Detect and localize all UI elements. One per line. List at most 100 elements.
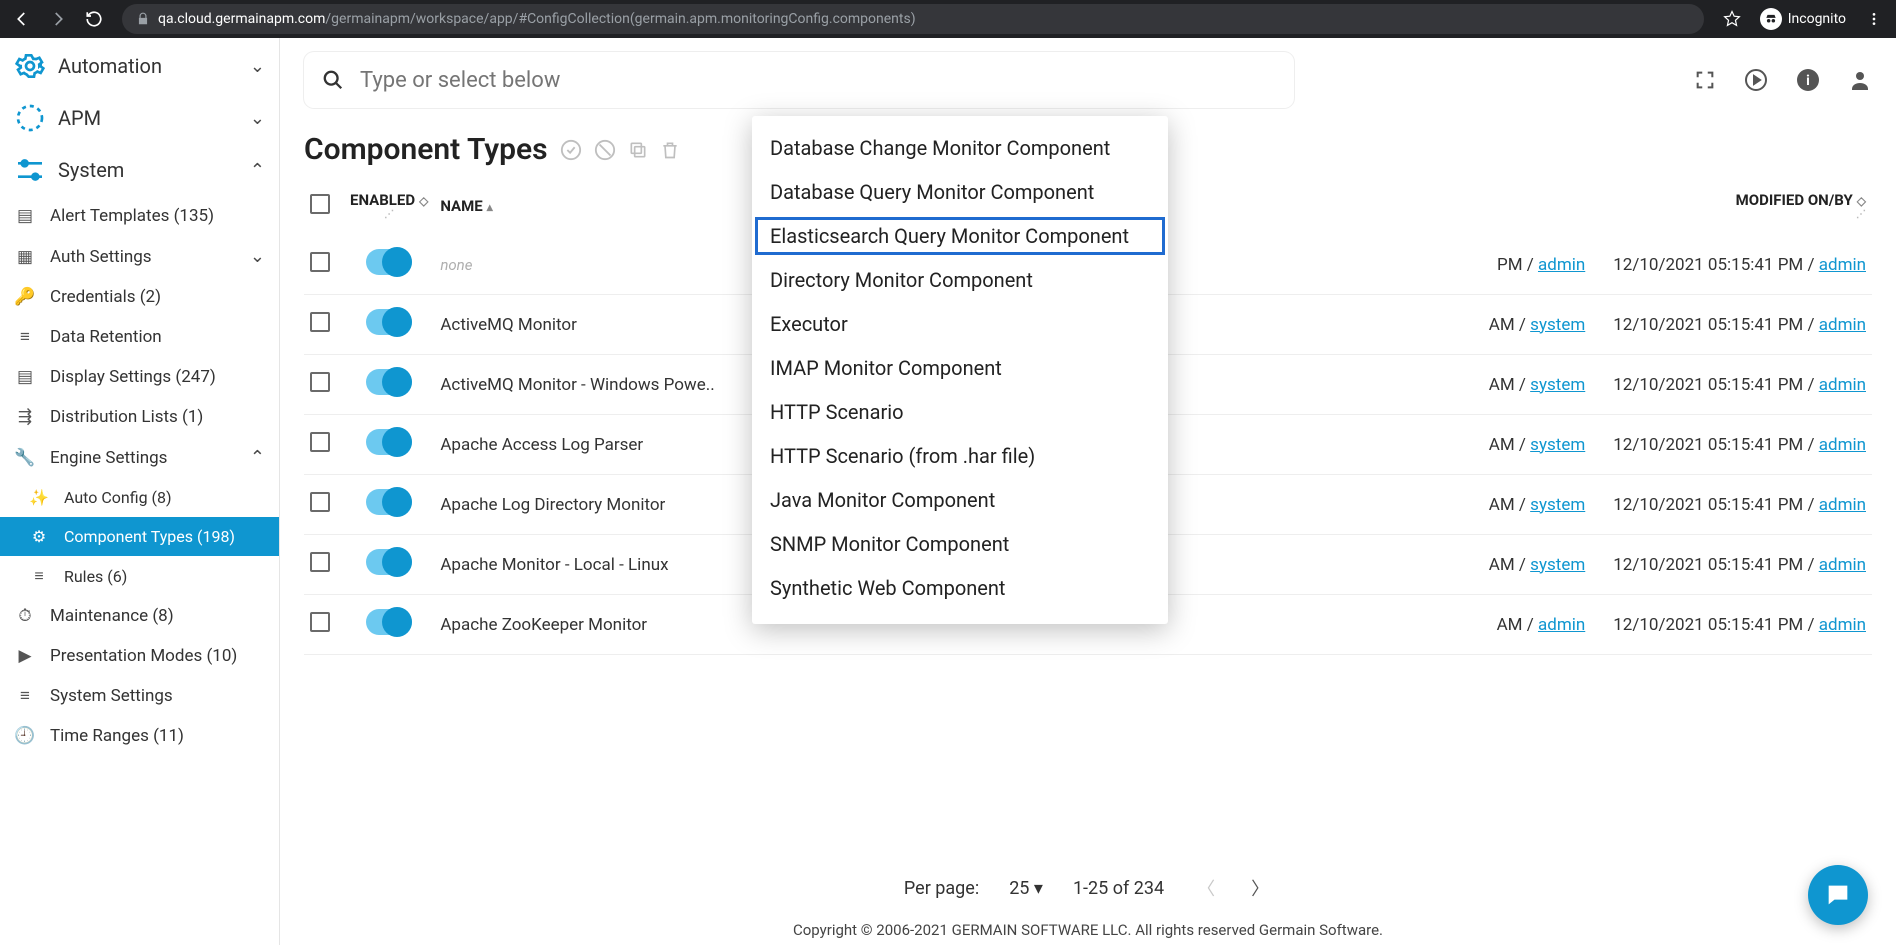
dropdown-option[interactable]: HTTP Scenario (from .har file) <box>752 434 1168 478</box>
browser-menu-button[interactable] <box>1860 5 1888 33</box>
sidebar-item-presentation-modes[interactable]: ▶Presentation Modes (10) <box>0 636 279 676</box>
dropdown-option[interactable]: Database Query Monitor Component <box>752 170 1168 214</box>
enabled-toggle[interactable] <box>366 309 412 335</box>
modified-by-link[interactable]: admin <box>1819 375 1866 395</box>
created-by-link[interactable]: system <box>1530 435 1585 455</box>
info-icon[interactable]: i <box>1796 68 1820 92</box>
sidebar-group-system[interactable]: System ⌃ <box>0 144 279 196</box>
row-checkbox[interactable] <box>310 372 330 392</box>
sidebar-group-automation[interactable]: Automation ⌄ <box>0 40 279 92</box>
enabled-toggle[interactable] <box>366 429 412 455</box>
dropdown-option[interactable]: HTTP Scenario <box>752 390 1168 434</box>
dropdown-option[interactable]: Java Monitor Component <box>752 478 1168 522</box>
modified-by-link[interactable]: admin <box>1819 615 1866 635</box>
sidebar-item-display-settings[interactable]: ▤Display Settings (247) <box>0 357 279 397</box>
page-next-button[interactable]: 〉 <box>1248 875 1272 901</box>
modified-by-link[interactable]: admin <box>1819 315 1866 335</box>
created-by-link[interactable]: admin <box>1538 255 1585 275</box>
user-icon[interactable] <box>1848 68 1872 92</box>
lock-icon <box>136 12 150 26</box>
search-input[interactable] <box>360 68 1276 93</box>
bookmark-star-icon[interactable] <box>1718 5 1746 33</box>
chevron-down-icon: ⌄ <box>250 246 265 267</box>
enabled-toggle[interactable] <box>366 249 412 275</box>
dropdown-option[interactable]: Directory Monitor Component <box>752 258 1168 302</box>
menu-icon: ▤ <box>14 206 36 226</box>
created-by-link[interactable]: system <box>1530 375 1585 395</box>
created-by-link[interactable]: system <box>1530 555 1585 575</box>
approve-icon[interactable] <box>560 139 582 161</box>
dropdown-option[interactable]: Executor <box>752 302 1168 346</box>
dropdown-option[interactable]: Synthetic Web Component <box>752 566 1168 610</box>
sidebar-item-label: Credentials (2) <box>50 287 161 307</box>
nav-forward-button[interactable] <box>44 5 72 33</box>
sidebar-item-label: Alert Templates (135) <box>50 206 214 226</box>
fullscreen-icon[interactable] <box>1694 69 1716 91</box>
sidebar-item-credentials[interactable]: 🔑Credentials (2) <box>0 277 279 317</box>
sidebar-item-label: Auth Settings <box>50 247 152 267</box>
enabled-toggle[interactable] <box>366 549 412 575</box>
page-prev-button[interactable]: 〈 <box>1194 875 1218 901</box>
dropdown-option[interactable]: IMAP Monitor Component <box>752 346 1168 390</box>
enabled-toggle[interactable] <box>366 609 412 635</box>
per-page-select[interactable]: 25 ▾ <box>1009 878 1043 899</box>
menu-icon: ≡ <box>28 566 50 586</box>
chat-launcher[interactable] <box>1808 865 1868 925</box>
row-modified: AM / system12/10/2021 05:15:41 PM / admi… <box>1483 475 1872 535</box>
copy-icon[interactable] <box>628 140 648 160</box>
play-icon[interactable] <box>1744 68 1768 92</box>
enabled-toggle[interactable] <box>366 489 412 515</box>
sidebar-item-auto-config[interactable]: ✨Auto Config (8) <box>0 478 279 517</box>
sidebar-item-component-types[interactable]: ⚙Component Types (198) <box>0 517 279 556</box>
sidebar-item-rules[interactable]: ≡Rules (6) <box>0 556 279 596</box>
col-name[interactable]: NAME▴ <box>434 177 684 235</box>
enabled-toggle[interactable] <box>366 369 412 395</box>
search-box[interactable] <box>304 52 1294 108</box>
sidebar-item-system-settings[interactable]: ≡System Settings <box>0 676 279 716</box>
row-checkbox[interactable] <box>310 252 330 272</box>
per-page-label: Per page: <box>904 878 979 899</box>
url-bar[interactable]: qa.cloud.germainapm.com/germainapm/works… <box>122 4 1704 34</box>
disable-icon[interactable] <box>594 139 616 161</box>
row-checkbox[interactable] <box>310 312 330 332</box>
dropdown-option[interactable]: Elasticsearch Query Monitor Component <box>752 214 1168 258</box>
menu-icon: ✨ <box>28 488 50 507</box>
sidebar-item-time-ranges[interactable]: 🕘 Time Ranges (11) <box>0 716 279 756</box>
modified-by-link[interactable]: admin <box>1819 255 1866 275</box>
created-by-link[interactable]: admin <box>1538 615 1585 635</box>
created-by-link[interactable]: system <box>1530 315 1585 335</box>
sidebar-item-data-retention[interactable]: ≡Data Retention <box>0 317 279 357</box>
modified-by-link[interactable]: admin <box>1819 435 1866 455</box>
component-type-dropdown[interactable]: Database Change Monitor ComponentDatabas… <box>752 116 1168 624</box>
menu-icon: 🔧 <box>14 448 36 468</box>
sidebar-item-label: Distribution Lists (1) <box>50 407 203 427</box>
sidebar-item-alert-templates[interactable]: ▤ Alert Templates (135) <box>0 196 279 236</box>
menu-icon: 🕘 <box>14 726 36 746</box>
incognito-label: Incognito <box>1788 11 1846 27</box>
nav-reload-button[interactable] <box>80 5 108 33</box>
sidebar-item-engine-settings[interactable]: 🔧Engine Settings⌃ <box>0 437 279 478</box>
sidebar-item-label: Time Ranges (11) <box>50 726 184 746</box>
sidebar-item-auth-settings[interactable]: ▦ Auth Settings ⌄ <box>0 236 279 277</box>
nav-back-button[interactable] <box>8 5 36 33</box>
chevron-down-icon: ⌄ <box>250 108 265 129</box>
dropdown-option[interactable]: SNMP Monitor Component <box>752 522 1168 566</box>
modified-by-link[interactable]: admin <box>1819 555 1866 575</box>
col-enabled[interactable]: ENABLED◇⋰ <box>344 177 434 235</box>
select-all-checkbox[interactable] <box>310 194 330 214</box>
sidebar-group-apm[interactable]: APM ⌄ <box>0 92 279 144</box>
chevron-down-icon: ▾ <box>1034 878 1043 899</box>
row-checkbox[interactable] <box>310 432 330 452</box>
row-modified: AM / system12/10/2021 05:15:41 PM / admi… <box>1483 535 1872 595</box>
col-modified[interactable]: MODIFIED ON/BY◇⋰ <box>1483 177 1872 235</box>
modified-by-link[interactable]: admin <box>1819 495 1866 515</box>
row-checkbox[interactable] <box>310 612 330 632</box>
dropdown-option[interactable]: Database Change Monitor Component <box>752 126 1168 170</box>
delete-icon[interactable] <box>660 140 680 160</box>
row-checkbox[interactable] <box>310 492 330 512</box>
created-by-link[interactable]: system <box>1530 495 1585 515</box>
sidebar-item-distribution-lists[interactable]: ⇶Distribution Lists (1) <box>0 397 279 437</box>
sidebar-item-maintenance[interactable]: ⏱Maintenance (8) <box>0 596 279 636</box>
menu-icon: ▦ <box>14 247 36 267</box>
row-checkbox[interactable] <box>310 552 330 572</box>
